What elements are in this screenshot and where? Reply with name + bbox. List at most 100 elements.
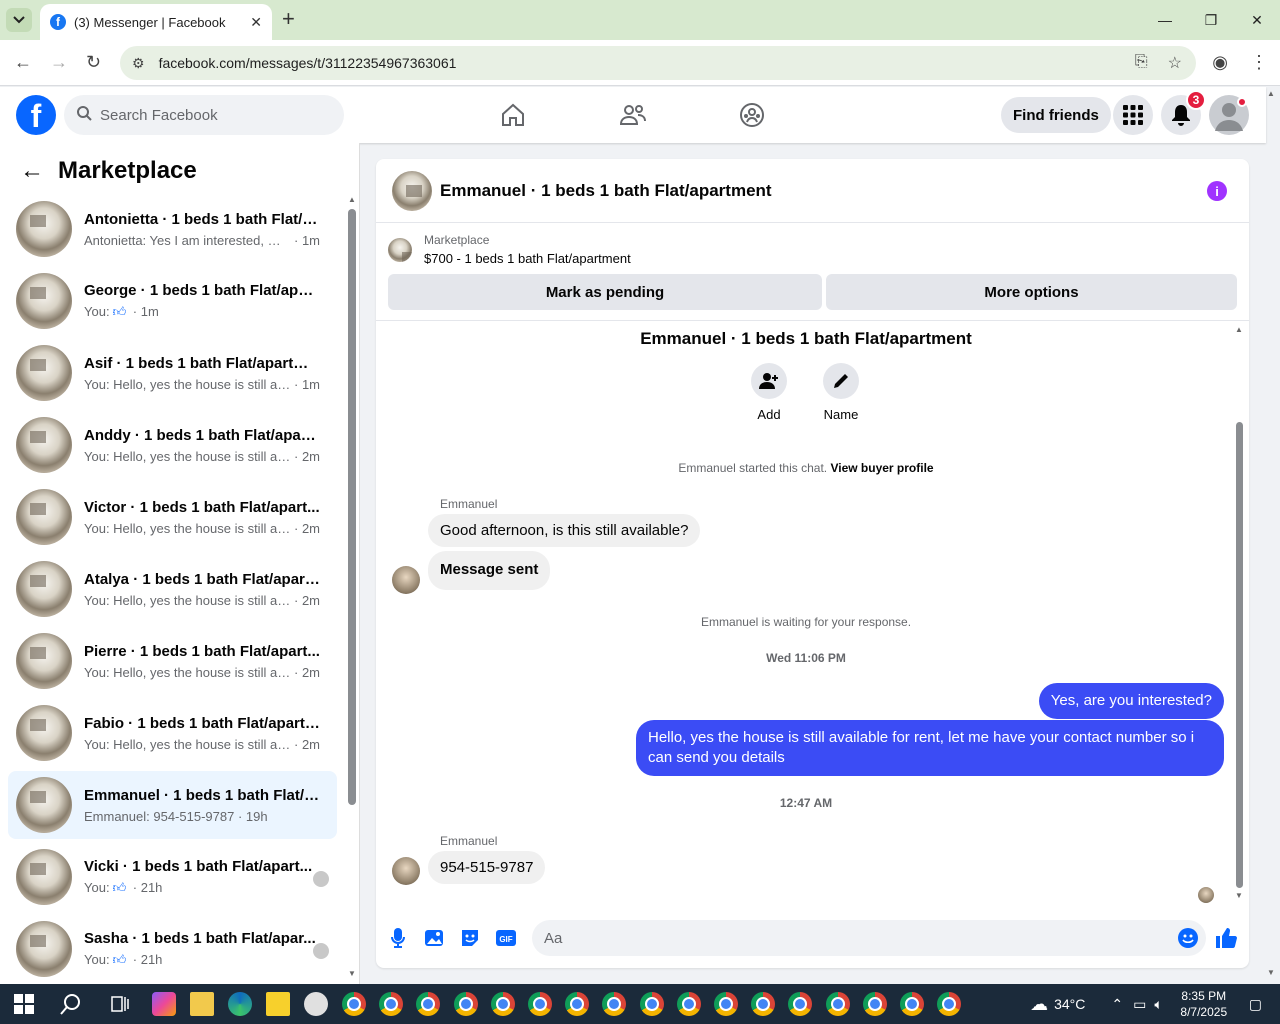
chat-title[interactable]: Emmanuel · 1 beds 1 bath Flat/apartment [440, 181, 772, 201]
view-buyer-profile-link[interactable]: View buyer profile [830, 461, 933, 475]
menu-kebab-icon[interactable]: ⋮ [1250, 52, 1268, 73]
outgoing-message[interactable]: Hello, yes the house is still available … [636, 720, 1224, 776]
network-icon[interactable]: ▭ [1133, 996, 1146, 1013]
chrome-profile-icon[interactable] [639, 992, 664, 1016]
chrome-profile-icon[interactable] [565, 992, 590, 1016]
microphone-icon[interactable] [386, 926, 410, 950]
back-arrow-icon[interactable]: ← [20, 157, 44, 185]
chrome-profile-icon[interactable] [342, 992, 366, 1016]
scroll-up-arrow[interactable]: ▲ [1235, 325, 1243, 334]
conversation-item[interactable]: Pierre · 1 beds 1 bath Flat/apart... You:… [8, 627, 337, 695]
marketplace-listing[interactable]: Marketplace $700 - 1 beds 1 bath Flat/ap… [388, 233, 631, 266]
chrome-profile-icon[interactable] [416, 992, 441, 1016]
minimize-icon[interactable]: — [1142, 0, 1188, 40]
chrome-profile-icon[interactable] [862, 992, 887, 1016]
outgoing-message[interactable]: Yes, are you interested? [1038, 683, 1224, 719]
volume-icon[interactable]: 🔈︎ [1154, 996, 1162, 1013]
find-friends-button[interactable]: Find friends [1001, 97, 1111, 133]
chrome-profile-icon[interactable] [751, 992, 776, 1016]
chrome-profile-icon[interactable] [714, 992, 738, 1016]
page-scroll-up-arrow[interactable]: ▲ [1267, 89, 1275, 98]
conversation-item[interactable]: Emmanuel · 1 beds 1 bath Flat/a... Emmanu… [8, 771, 337, 839]
name-conversation-button[interactable]: Name [811, 363, 871, 422]
chrome-profile-icon[interactable] [788, 992, 813, 1016]
conversation-item[interactable]: Victor · 1 beds 1 bath Flat/apart... You:… [8, 483, 337, 551]
omnibox[interactable]: ⚙ facebook.com/messages/t/31122354967363… [120, 46, 1196, 80]
incoming-message[interactable]: 954-515-9787 [428, 851, 546, 884]
copilot-icon[interactable] [152, 992, 176, 1016]
chrome-profile-icon[interactable] [528, 992, 552, 1016]
search-input[interactable] [100, 106, 320, 124]
mark-as-pending-button[interactable]: Mark as pending [388, 274, 822, 310]
conversation-item[interactable]: Asif · 1 beds 1 bath Flat/apartment You: … [8, 339, 337, 407]
chrome-profile-icon[interactable] [379, 992, 404, 1016]
scroll-down-arrow[interactable]: ▼ [348, 969, 356, 978]
windows-start-icon[interactable] [14, 994, 34, 1019]
task-view-icon[interactable] [110, 995, 130, 1018]
home-nav-button[interactable] [495, 99, 531, 131]
conversation-item[interactable]: Vicki · 1 beds 1 bath Flat/apart... You: 👍… [8, 843, 337, 911]
notification-center-icon[interactable]: ▢ [1249, 996, 1262, 1013]
install-app-icon[interactable]: ⎘ [1135, 53, 1148, 73]
thumbs-up-icon[interactable] [1214, 926, 1238, 950]
facebook-search[interactable] [64, 95, 344, 135]
profile-icon[interactable]: ◉ [1212, 52, 1228, 73]
conversation-item[interactable]: George · 1 beds 1 bath Flat/apart... You:… [8, 267, 337, 335]
tray-chevron-up-icon[interactable]: ⌃ [1111, 996, 1123, 1013]
message-input[interactable] [544, 929, 1144, 947]
site-settings-icon[interactable]: ⚙ [132, 55, 145, 72]
taskbar-search-icon[interactable] [60, 993, 82, 1020]
info-icon[interactable]: i [1207, 181, 1227, 201]
forward-arrow-icon[interactable]: → [50, 52, 68, 73]
app-icon[interactable] [304, 992, 328, 1016]
scroll-up-arrow[interactable]: ▲ [348, 195, 356, 204]
chrome-profile-icon[interactable] [453, 992, 478, 1016]
chrome-profile-icon[interactable] [676, 992, 701, 1016]
new-tab-icon[interactable]: + [282, 8, 295, 30]
listing-thumbnail [16, 921, 72, 977]
emoji-icon[interactable] [1176, 926, 1200, 950]
temperature[interactable]: 34°C [1054, 996, 1085, 1012]
sender-avatar[interactable] [392, 566, 420, 594]
incoming-message[interactable]: Message sent [428, 551, 551, 590]
chrome-profile-icon[interactable] [937, 992, 962, 1016]
restore-icon[interactable]: ❐ [1188, 0, 1234, 40]
listing-thumbnail[interactable] [392, 170, 432, 211]
incoming-message[interactable]: Good afternoon, is this still available? [428, 514, 701, 547]
reload-icon[interactable]: ↻ [86, 52, 101, 73]
conversation-item[interactable]: Sasha · 1 beds 1 bath Flat/apar... You: 👍︎… [8, 915, 337, 983]
tab-search-dropdown[interactable] [6, 8, 32, 32]
chrome-profile-icon[interactable] [900, 992, 924, 1016]
edge-icon[interactable] [228, 992, 252, 1016]
groups-nav-button[interactable] [734, 99, 770, 131]
menu-button[interactable] [1113, 95, 1153, 135]
conversation-item[interactable]: Anddy · 1 beds 1 bath Flat/apart... You: … [8, 411, 337, 479]
chrome-profile-icon[interactable] [490, 992, 515, 1016]
browser-tab[interactable]: f (3) Messenger | Facebook ✕ [40, 4, 272, 40]
photo-icon[interactable] [422, 926, 446, 950]
close-window-icon[interactable]: ✕ [1234, 0, 1280, 40]
add-person-button[interactable]: Add [739, 363, 799, 422]
gif-icon[interactable]: GIF [494, 926, 518, 950]
conversation-item[interactable]: Fabio · 1 beds 1 bath Flat/apartm... You:… [8, 699, 337, 767]
bookmark-star-icon[interactable]: ☆ [1168, 53, 1182, 73]
back-arrow-icon[interactable]: ← [14, 52, 32, 73]
chrome-profile-icon[interactable] [602, 992, 627, 1016]
message-input-box[interactable] [532, 920, 1206, 956]
sidebar-scrollbar[interactable] [348, 209, 356, 805]
facebook-logo[interactable]: f [16, 95, 56, 135]
conversation-item[interactable]: Antonietta · 1 beds 1 bath Flat/a... Anto… [8, 195, 337, 263]
sticky-notes-icon[interactable] [266, 992, 290, 1016]
more-options-button[interactable]: More options [826, 274, 1237, 310]
clock[interactable]: 8:35 PM 8/7/2025 [1169, 988, 1239, 1020]
page-scroll-down-arrow[interactable]: ▼ [1267, 968, 1275, 977]
conversation-item[interactable]: Atalya · 1 beds 1 bath Flat/apart... You:… [8, 555, 337, 623]
chrome-profile-icon[interactable] [825, 992, 850, 1016]
close-tab-icon[interactable]: ✕ [250, 14, 262, 31]
chat-scrollbar[interactable] [1236, 422, 1243, 888]
sticker-icon[interactable] [458, 926, 482, 950]
sender-avatar[interactable] [392, 857, 420, 885]
file-explorer-icon[interactable] [190, 992, 214, 1016]
friends-nav-button[interactable] [615, 99, 651, 131]
scroll-down-arrow[interactable]: ▼ [1235, 891, 1243, 900]
